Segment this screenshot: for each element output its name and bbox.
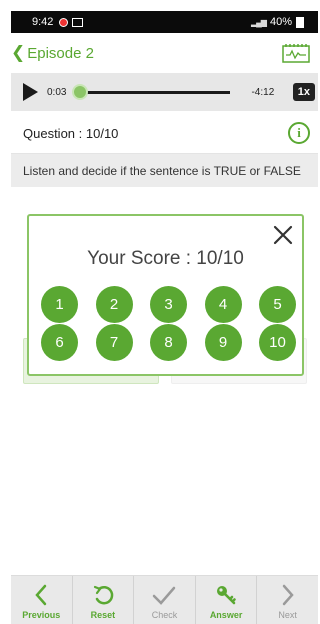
check-button[interactable]: Check: [133, 576, 195, 624]
reset-icon: [93, 585, 114, 605]
question-number-4[interactable]: 4: [204, 286, 242, 323]
close-icon[interactable]: [272, 224, 294, 246]
question-number-2[interactable]: 2: [95, 286, 133, 323]
chevron-left-icon: ❮: [11, 43, 26, 62]
check-label: Check: [151, 610, 178, 620]
battery-icon: [296, 16, 304, 28]
audio-player: 0:03 -4:12 1x: [11, 73, 318, 111]
question-number-8[interactable]: 8: [150, 324, 187, 361]
question-number-6[interactable]: 6: [41, 324, 78, 361]
status-bar: 9:42 ▂▄▆ 40%: [11, 11, 318, 33]
current-time: 0:03: [47, 86, 67, 98]
instruction-bar: Listen and decide if the sentence is TRU…: [11, 154, 318, 187]
progress-thumb[interactable]: [71, 83, 88, 100]
check-icon: [153, 586, 176, 605]
battery-level: 40%: [269, 16, 292, 28]
answer-label: Answer: [209, 610, 243, 620]
question-number-7[interactable]: 7: [95, 324, 133, 361]
score-text: Your Score : 10/10: [87, 248, 244, 269]
status-time: 9:42: [32, 16, 54, 28]
reset-button[interactable]: Reset: [71, 576, 134, 624]
previous-label: Previous: [22, 610, 61, 620]
remaining-time: -4:12: [251, 86, 275, 98]
chevron-left-icon: [35, 584, 47, 606]
question-number-1[interactable]: 1: [41, 286, 78, 323]
question-number-3[interactable]: 3: [150, 286, 187, 323]
recording-icon: [59, 17, 69, 27]
question-counter: Question : 10/10: [23, 125, 119, 141]
next-button[interactable]: Next: [256, 576, 318, 624]
key-icon: [217, 586, 236, 605]
back-button[interactable]: ❮ Episode 2: [11, 43, 94, 63]
question-number-5[interactable]: 5: [259, 286, 296, 323]
reset-label: Reset: [90, 610, 116, 620]
play-icon[interactable]: [23, 83, 38, 101]
chevron-right-icon: [282, 584, 294, 606]
speed-button[interactable]: 1x: [292, 83, 315, 101]
question-number-10[interactable]: 10: [259, 324, 296, 361]
transcript-icon[interactable]: [282, 43, 310, 63]
app-header: ❮ Episode 2: [11, 36, 318, 70]
question-row: Question : 10/10 i: [11, 113, 318, 154]
bottom-nav: Previous Reset Check Answer Next: [11, 575, 318, 624]
answer-button[interactable]: Answer: [194, 576, 257, 624]
info-icon[interactable]: i: [288, 122, 310, 144]
score-modal: Your Score : 10/10 1 2 3 4 5 6 7 8 9 10: [27, 214, 304, 376]
instruction-text: Listen and decide if the sentence is TRU…: [23, 163, 301, 178]
signal-icon: ▂▄▆: [250, 17, 267, 27]
next-label: Next: [278, 610, 297, 620]
progress-track[interactable]: [71, 83, 231, 100]
previous-button[interactable]: Previous: [11, 576, 72, 624]
question-number-9[interactable]: 9: [204, 324, 242, 361]
image-notification-icon: [72, 17, 84, 27]
back-label: Episode 2: [27, 44, 94, 62]
